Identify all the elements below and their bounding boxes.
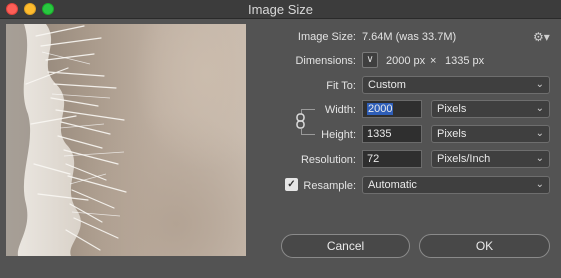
resolution-unit-dropdown[interactable]: Pixels/Inch ⌄ xyxy=(431,150,550,168)
resample-dropdown[interactable]: Automatic ⌄ xyxy=(362,176,550,194)
width-label: Width: xyxy=(324,104,356,116)
resample-value: Automatic xyxy=(368,179,417,191)
resolution-label: Resolution: xyxy=(300,154,356,166)
height-unit-dropdown[interactable]: Pixels ⌄ xyxy=(431,125,550,143)
fit-to-dropdown[interactable]: Custom ⌄ xyxy=(362,76,550,94)
chevron-down-icon[interactable]: ∨ xyxy=(362,52,378,68)
chevron-updown-icon: ⌄ xyxy=(535,103,544,114)
cancel-button[interactable]: Cancel xyxy=(281,234,410,258)
resolution-unit-value: Pixels/Inch xyxy=(437,153,491,165)
gear-icon[interactable]: ⚙▾ xyxy=(533,30,550,44)
resample-checkbox[interactable]: ✓ xyxy=(285,178,298,191)
ok-button[interactable]: OK xyxy=(419,234,550,258)
width-unit-value: Pixels xyxy=(437,103,467,115)
width-field[interactable]: 2000 xyxy=(362,100,422,118)
height-value: 1335 xyxy=(367,128,392,140)
width-value: 2000 xyxy=(367,103,394,115)
window-title: Image Size xyxy=(247,2,314,17)
dimensions-width: 2000 px xyxy=(386,55,426,67)
image-preview[interactable] xyxy=(6,24,246,256)
chevron-updown-icon: ⌄ xyxy=(535,79,544,90)
fit-to-label: Fit To: xyxy=(326,80,356,92)
chevron-updown-icon: ⌄ xyxy=(535,179,544,190)
resolution-value: 72 xyxy=(367,153,380,165)
image-size-label: Image Size: xyxy=(297,31,356,43)
image-size-value: 7.64M (was 33.7M) xyxy=(362,31,457,43)
resample-label: Resample: xyxy=(303,180,356,192)
dimensions-times: × xyxy=(430,55,437,67)
height-field[interactable]: 1335 xyxy=(362,125,422,143)
resolution-field[interactable]: 72 xyxy=(362,150,422,168)
dimensions-height: 1335 px xyxy=(445,55,485,67)
fit-to-value: Custom xyxy=(368,79,406,91)
width-unit-dropdown[interactable]: Pixels ⌄ xyxy=(431,100,550,118)
dimensions-label: Dimensions: xyxy=(295,55,356,67)
height-unit-value: Pixels xyxy=(437,128,467,140)
title-bar: Image Size xyxy=(0,0,561,19)
chevron-updown-icon: ⌄ xyxy=(535,153,544,164)
height-label: Height: xyxy=(321,129,356,141)
fur-texture xyxy=(6,24,127,256)
chevron-updown-icon: ⌄ xyxy=(535,128,544,139)
